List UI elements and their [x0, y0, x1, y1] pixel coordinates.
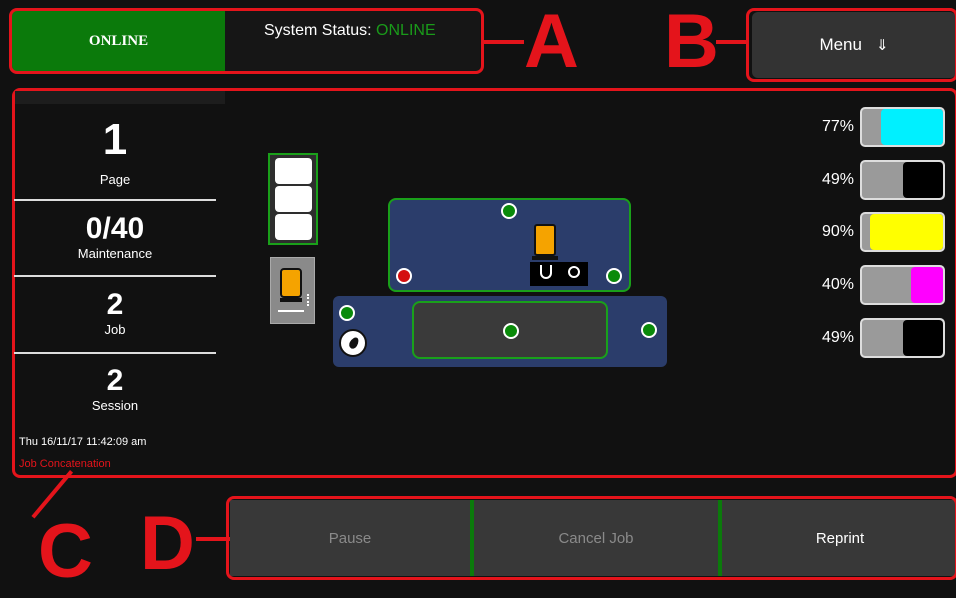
cartridge-unit[interactable]: [270, 257, 315, 324]
sidebar-header-strip: [15, 91, 225, 104]
ink-level-3-bar[interactable]: [860, 212, 945, 252]
divider: [14, 199, 216, 201]
page-count: 1: [102, 115, 128, 164]
job-mode-text: Job Concatenation: [19, 458, 111, 470]
ink-level-2-percent: 49%: [821, 171, 854, 188]
divider: [14, 275, 216, 277]
annotation-line-d: [196, 537, 230, 541]
session-stat: 2 Session: [14, 364, 216, 413]
cup-icon: [540, 265, 552, 279]
page-stat: 1 Page: [14, 115, 216, 188]
cartridge-line: [278, 310, 304, 312]
job-count: 2: [106, 288, 124, 321]
annotation-line-b: [716, 40, 748, 44]
ink-level-2-bar[interactable]: [860, 160, 945, 200]
tray-slot: [275, 214, 312, 240]
ink-level-5-bar[interactable]: [860, 318, 945, 358]
annotation-frame-b: [746, 8, 956, 82]
divider: [14, 352, 216, 354]
printhead-icon: [534, 224, 556, 256]
printhead-base: [532, 256, 558, 260]
annotation-frame-d: [226, 496, 956, 580]
session-count: 2: [106, 364, 124, 397]
ink-level-5-fill: [903, 320, 943, 356]
maintenance-count: 0/40: [85, 212, 145, 245]
input-tray[interactable]: [268, 153, 318, 245]
ink-level-4-percent: 40%: [821, 276, 854, 293]
ring-icon: [568, 266, 580, 278]
annotation-label-b: B: [664, 0, 719, 84]
ink-level-3-fill: [870, 214, 943, 250]
status-dot-green: [606, 268, 622, 284]
ink-drop-icon: [339, 329, 367, 357]
tray-slot: [275, 186, 312, 212]
maintenance-stat: 0/40 Maintenance: [14, 212, 216, 261]
print-engine[interactable]: [388, 198, 631, 292]
output-platen: [412, 301, 608, 359]
maintenance-label: Maintenance: [77, 246, 153, 261]
ink-level-2-fill: [903, 162, 943, 198]
tray-slot: [275, 158, 312, 184]
status-dot-green: [501, 203, 517, 219]
job-label: Job: [104, 322, 126, 337]
status-dot-red: [396, 268, 412, 284]
cartridge-icon: [280, 268, 302, 298]
status-dot-green: [503, 323, 519, 339]
cartridge-base: [280, 298, 302, 302]
maintenance-station: [530, 262, 588, 286]
page-label: Page: [99, 172, 131, 187]
annotation-label-c: C: [38, 509, 93, 594]
status-dot-green: [641, 322, 657, 338]
annotation-label-d: D: [140, 501, 195, 586]
cartridge-dots: [307, 294, 309, 306]
ink-level-5-percent: 49%: [821, 329, 854, 346]
job-stat: 2 Job: [14, 288, 216, 337]
annotation-label-a: A: [524, 0, 579, 84]
annotation-frame-a: [9, 8, 484, 74]
annotation-line-a: [484, 40, 524, 44]
media-transport[interactable]: [333, 296, 667, 367]
ink-level-4-fill: [910, 267, 943, 303]
ink-level-4-bar[interactable]: [860, 265, 945, 305]
ink-level-1-percent: 77%: [821, 118, 854, 135]
datetime-text: Thu 16/11/17 11:42:09 am: [19, 436, 147, 448]
ink-level-1-fill: [880, 109, 943, 145]
stats-sidebar: 1 Page 0/40 Maintenance 2 Job 2 Session: [14, 104, 225, 472]
ink-level-1-bar[interactable]: [860, 107, 945, 147]
session-label: Session: [91, 398, 139, 413]
ink-level-3-percent: 90%: [821, 223, 854, 240]
status-dot-green: [339, 305, 355, 321]
